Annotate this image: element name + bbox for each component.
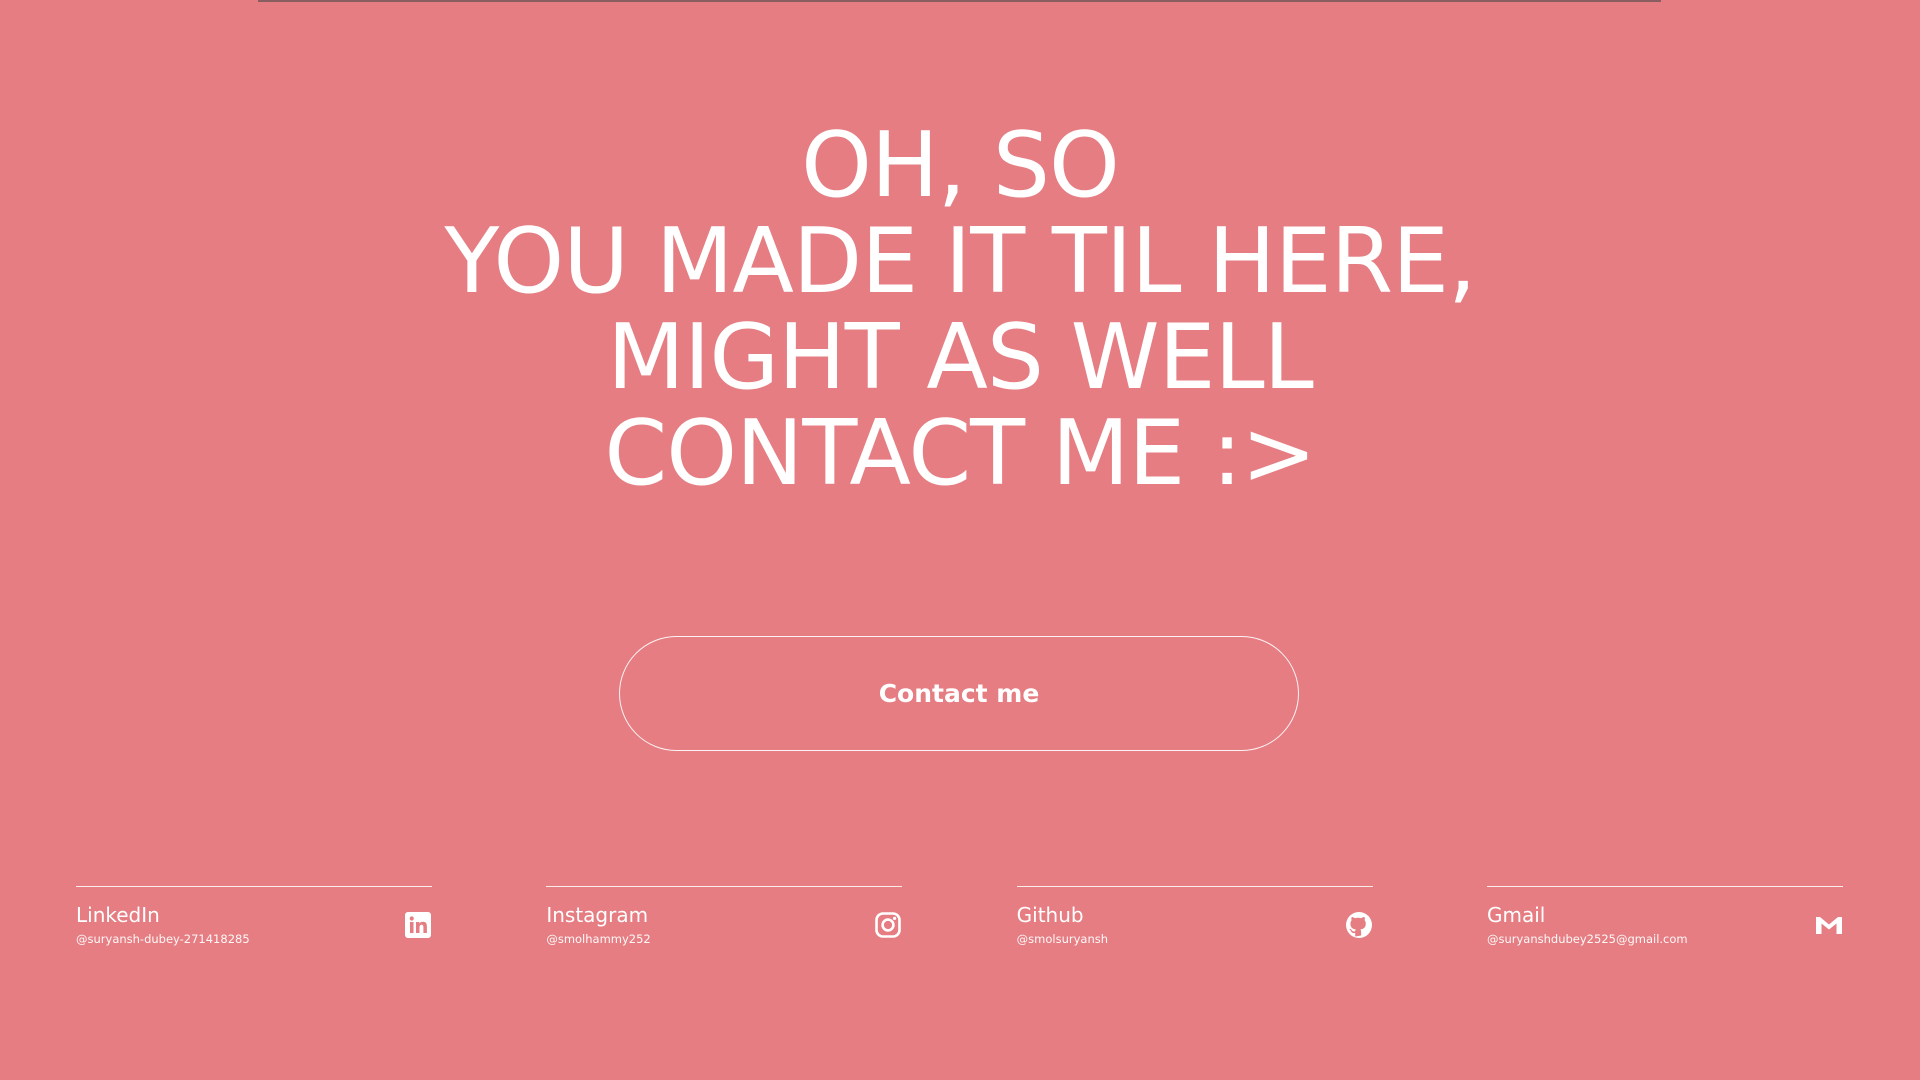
- hero-line-4: CONTACT ME :>: [604, 401, 1316, 506]
- github-icon: [1345, 911, 1373, 939]
- hero-heading: OH, SO YOU MADE IT TIL HERE, MIGHT AS WE…: [0, 118, 1920, 502]
- hero-line-2: YOU MADE IT TIL HERE,: [444, 209, 1476, 314]
- social-text: LinkedIn @suryansh-dubey-271418285: [76, 903, 250, 947]
- linkedin-icon: [404, 911, 432, 939]
- social-link-gmail[interactable]: Gmail @suryanshdubey2525@gmail.com: [1486, 886, 1843, 947]
- top-divider: [258, 0, 1661, 2]
- social-link-instagram[interactable]: Instagram @smolhammy252: [546, 886, 903, 947]
- social-text: Github @smolsuryansh: [1017, 903, 1108, 947]
- gmail-icon: [1815, 911, 1843, 939]
- social-name-linkedin: LinkedIn: [76, 903, 160, 927]
- social-link-linkedin[interactable]: LinkedIn @suryansh-dubey-271418285: [76, 886, 432, 947]
- social-handle-instagram: @smolhammy252: [546, 932, 651, 946]
- contact-me-label: Contact me: [878, 679, 1040, 708]
- social-text: Gmail @suryanshdubey2525@gmail.com: [1487, 903, 1688, 947]
- instagram-icon: [874, 911, 902, 939]
- social-handle-github: @smolsuryansh: [1016, 932, 1109, 946]
- social-links: LinkedIn @suryansh-dubey-271418285 Insta…: [76, 886, 1843, 947]
- hero-line-3: MIGHT AS WELL: [607, 305, 1314, 410]
- hero-line-1: OH, SO: [801, 113, 1120, 218]
- social-handle-gmail: @suryanshdubey2525@gmail.com: [1486, 932, 1688, 946]
- social-handle-linkedin: @suryansh-dubey-271418285: [76, 932, 250, 946]
- contact-me-button[interactable]: Contact me: [619, 636, 1299, 751]
- social-name-gmail: Gmail: [1486, 903, 1546, 927]
- social-name-instagram: Instagram: [546, 903, 649, 927]
- social-name-github: Github: [1016, 903, 1084, 927]
- social-link-github[interactable]: Github @smolsuryansh: [1016, 886, 1373, 947]
- social-text: Instagram @smolhammy252: [546, 903, 650, 947]
